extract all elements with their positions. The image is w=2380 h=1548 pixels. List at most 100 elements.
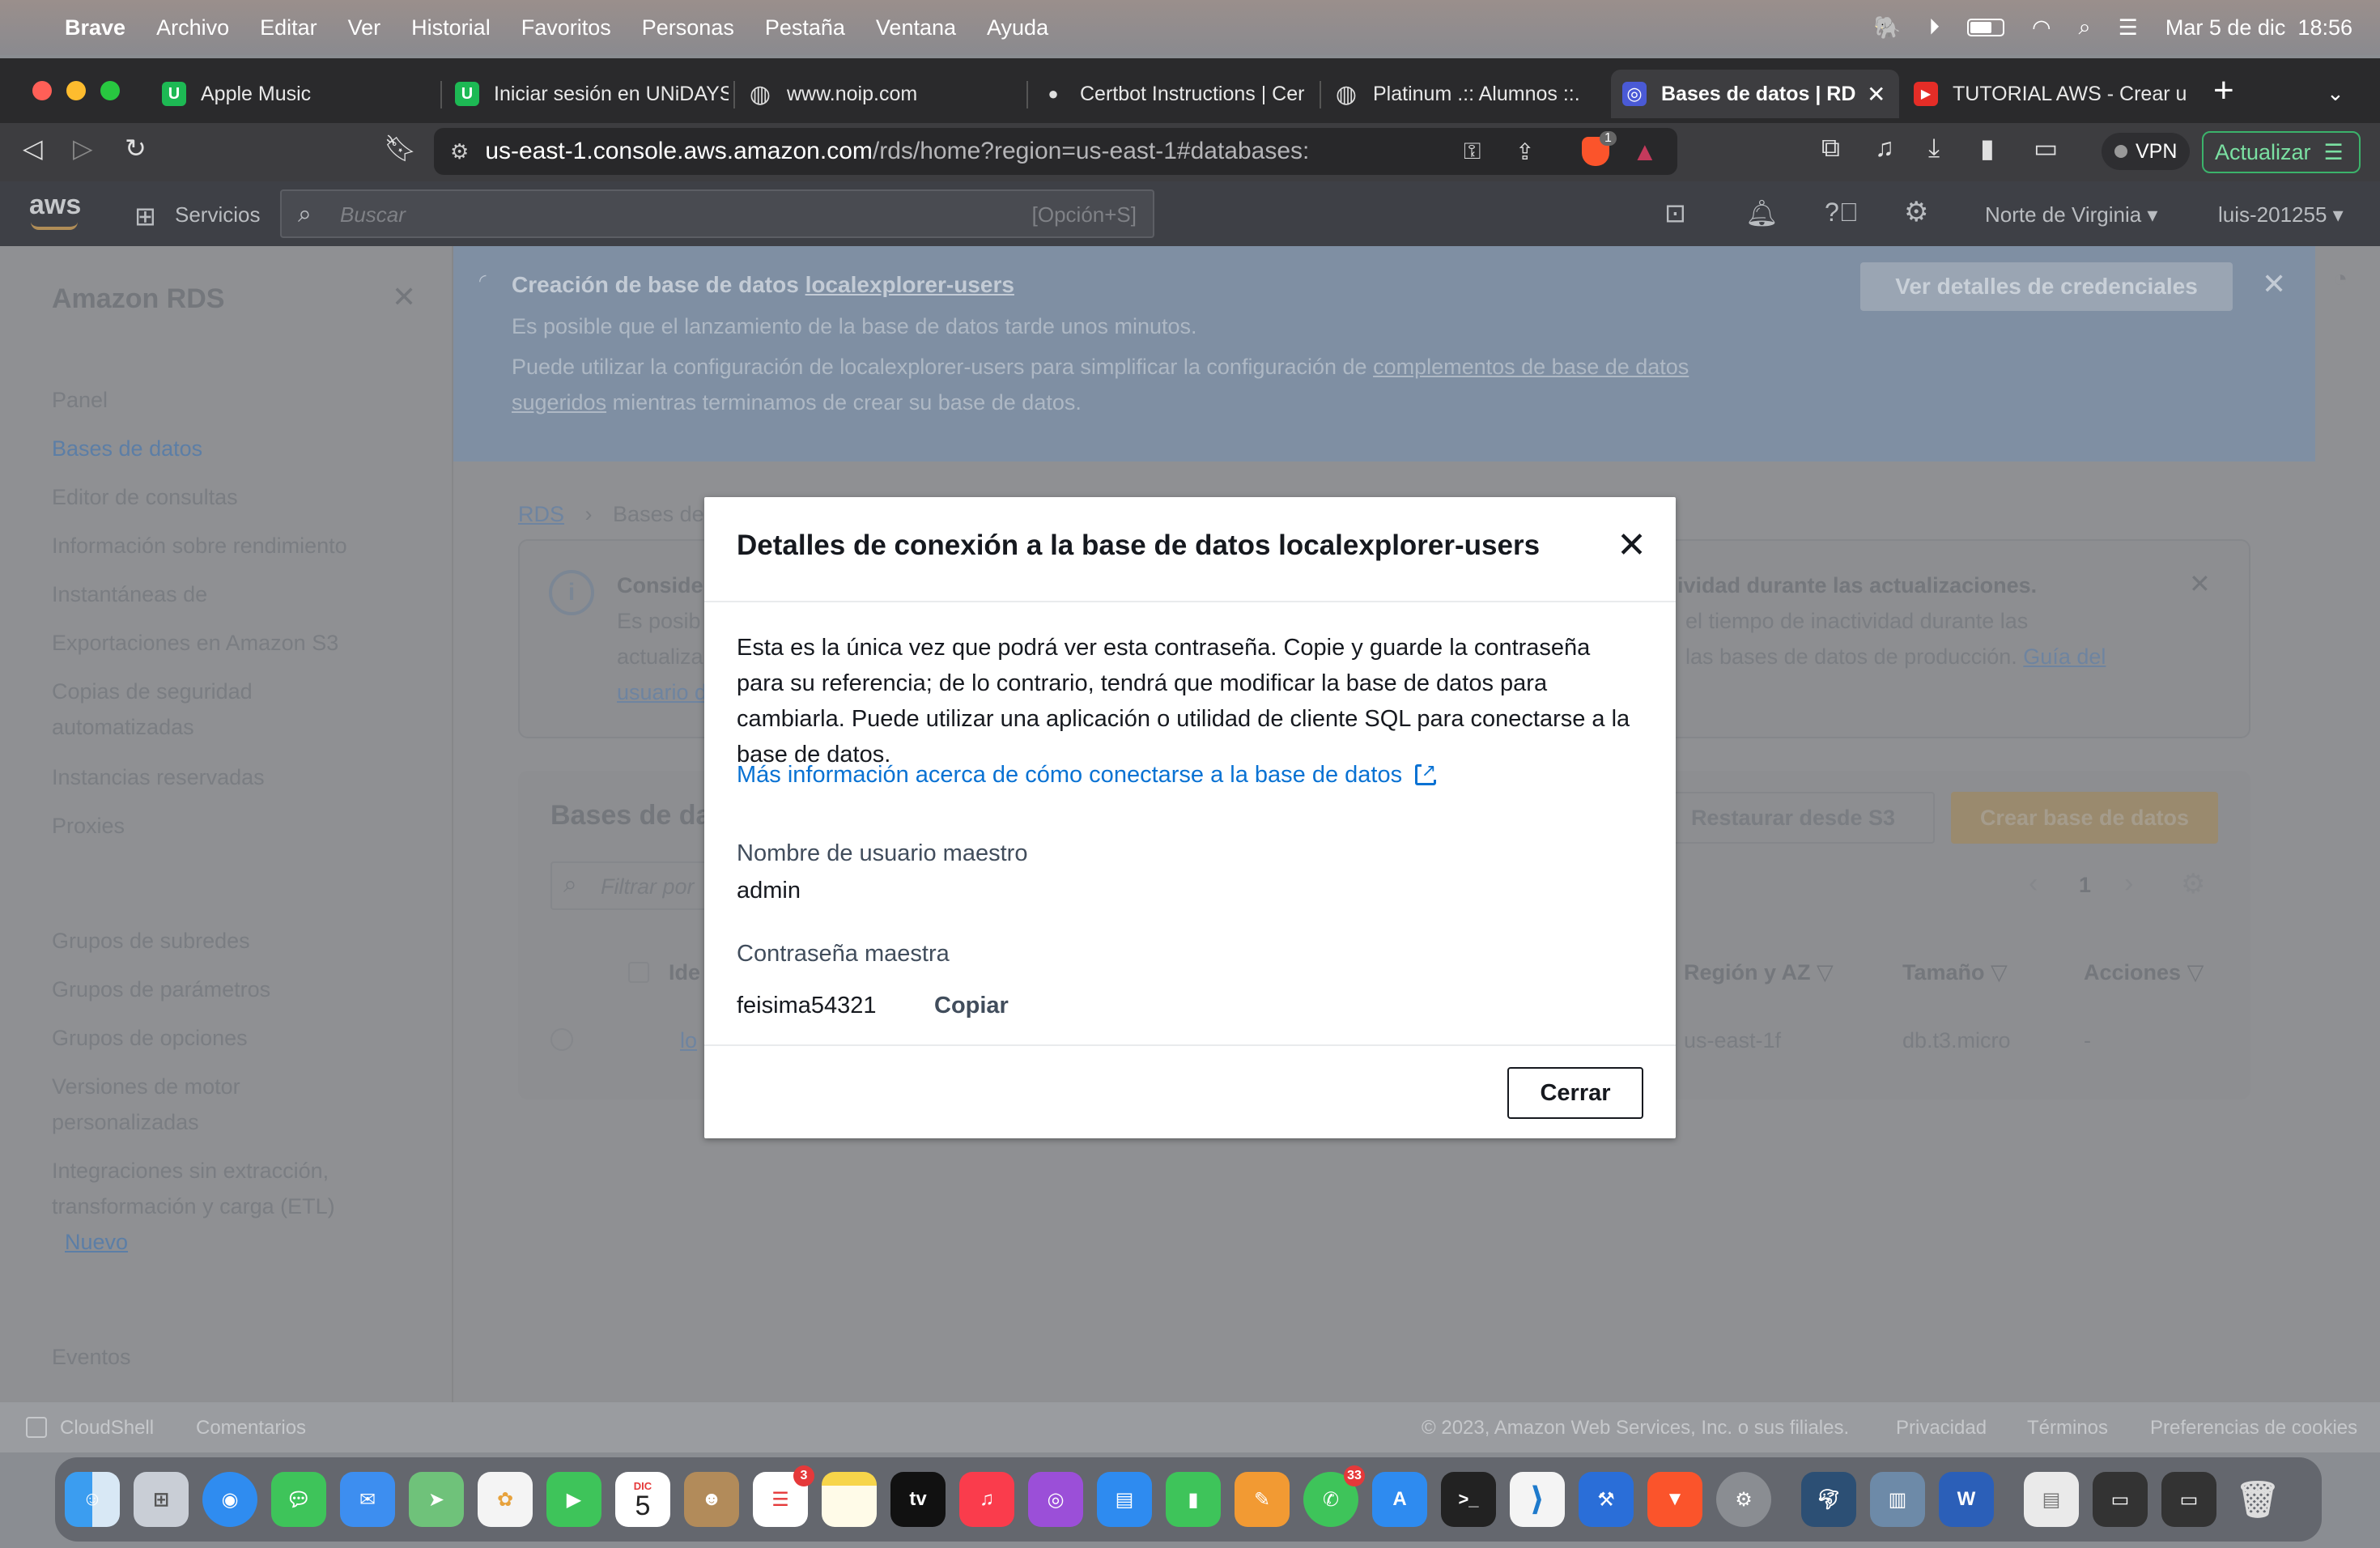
messages-icon[interactable]: 💬︎ (271, 1472, 326, 1527)
menu-ver[interactable]: Ver (348, 15, 381, 40)
spotlight-search-icon[interactable]: ⌕ (2079, 15, 2091, 40)
tab-close-icon[interactable]: ✕ (1867, 81, 1885, 108)
elephant-icon[interactable]: 🐘 (1874, 15, 1902, 40)
settings-gear-icon[interactable]: ⚙ (1904, 196, 1928, 228)
sidebar-close-icon[interactable]: ✕ (392, 280, 416, 314)
xcode-icon[interactable]: ⚒ (1579, 1472, 1634, 1527)
site-settings-icon[interactable]: ⚙ (450, 139, 469, 164)
photos-icon[interactable]: ✿ (478, 1472, 533, 1527)
window-close-button[interactable] (32, 81, 52, 100)
menu-personas[interactable]: Personas (642, 15, 734, 40)
services-label[interactable]: Servicios (175, 202, 260, 228)
terminal-icon[interactable]: >_ (1441, 1472, 1496, 1527)
window-zoom-button[interactable] (100, 81, 120, 100)
row-db-link[interactable]: lo (680, 1028, 697, 1053)
sidebar-item-query-editor[interactable]: Editor de consultas (52, 479, 238, 515)
aws-logo[interactable]: aws (29, 189, 81, 221)
sidebar-item-proxies[interactable]: Proxies (52, 808, 125, 844)
info-close-icon[interactable]: ✕ (2189, 568, 2211, 599)
tab-youtube-tutorial[interactable]: ▶ TUTORIAL AWS - Crear u (1902, 70, 2187, 118)
numbers-icon[interactable]: ▮ (1166, 1472, 1221, 1527)
brave-rewards-icon[interactable]: ▲ (1632, 137, 1658, 167)
sidebar-item-automated-backups-2[interactable]: automatizadas (52, 709, 194, 745)
menu-historial[interactable]: Historial (411, 15, 491, 40)
update-button[interactable]: Actualizar ☰ (2202, 131, 2361, 173)
tab-rds-databases[interactable]: ◎ Bases de datos | RDS ✕ (1611, 70, 1899, 118)
footer-comments[interactable]: Comentarios (196, 1417, 306, 1440)
page-info-icon[interactable]: ◔ (2333, 266, 2348, 293)
connect-info-link[interactable]: Más información acerca de cómo conectars… (737, 761, 1437, 789)
keynote-icon[interactable]: ▤ (1097, 1472, 1152, 1527)
next-page-icon[interactable]: › (2124, 868, 2133, 899)
footer-cookies[interactable]: Preferencias de cookies (2150, 1417, 2357, 1440)
menu-favoritos[interactable]: Favoritos (521, 15, 611, 40)
menubar-datetime[interactable]: Mar 5 de dic 18:56 (2165, 15, 2352, 40)
close-modal-button[interactable]: Cerrar (1507, 1067, 1643, 1119)
window-thumbnail-2-icon[interactable]: ▭ (2161, 1472, 2216, 1527)
footer-privacy[interactable]: Privacidad (1896, 1417, 1987, 1440)
tab-unidays[interactable]: U Iniciar sesión en UNiDAYS (444, 70, 729, 118)
documents-stack-icon[interactable]: ▤ (2024, 1472, 2079, 1527)
back-arrow-icon[interactable]: ◁ (23, 133, 43, 164)
restore-from-s3-button[interactable]: Restaurar desde S3 (1651, 792, 1935, 844)
user-guide-link[interactable]: Guía del (2023, 644, 2106, 669)
pages-icon[interactable]: ✎ (1235, 1472, 1290, 1527)
col-region[interactable]: Región y AZ ▽ (1684, 960, 1834, 985)
notes-icon[interactable] (822, 1472, 877, 1527)
menu-app-name[interactable]: Brave (65, 15, 125, 40)
user-guide-link-2[interactable]: usuario d (617, 680, 707, 705)
play-circle-icon[interactable]: ⏵ (1928, 15, 1940, 40)
app-store-icon[interactable]: A (1372, 1472, 1427, 1527)
vscode-icon[interactable]: ⟩ (1510, 1472, 1565, 1527)
region-selector[interactable]: Norte de Virginia ▾ (1985, 202, 2157, 228)
forward-arrow-icon[interactable]: ▷ (73, 133, 93, 164)
window-thumbnail-icon[interactable]: ▭ (2093, 1472, 2148, 1527)
create-database-button[interactable]: Crear base de datos (1951, 792, 2218, 844)
wallet-icon[interactable]: ▭ (2034, 133, 2058, 164)
breadcrumb-rds[interactable]: RDS (518, 502, 564, 526)
share-icon[interactable]: ⇪ (1515, 138, 1534, 165)
table-settings-gear-icon[interactable]: ⚙ (2181, 868, 2205, 900)
banner-close-icon[interactable]: ✕ (2262, 267, 2286, 301)
page-number[interactable]: 1 (2079, 873, 2091, 898)
facetime-icon[interactable]: ▶ (546, 1472, 601, 1527)
cloudshell-icon[interactable]: ⊡ (1664, 198, 1686, 228)
media-music-icon[interactable]: ♫ (1875, 133, 1894, 163)
sidebar-item-engine-versions[interactable]: Versiones de motor (52, 1069, 240, 1104)
new-tab-button[interactable]: + (2213, 73, 2234, 108)
brave-icon[interactable]: ▼ (1647, 1472, 1702, 1527)
extensions-icon[interactable]: ⧉ (1821, 133, 1840, 164)
sidebar-item-engine-versions-2[interactable]: personalizadas (52, 1104, 199, 1140)
wifi-icon[interactable]: ◠ (2032, 15, 2051, 40)
sidebar-item-performance-insights[interactable]: Información sobre rendimiento (52, 528, 347, 563)
sidebar-item-databases[interactable]: Bases de datos (52, 431, 202, 466)
vpn-button[interactable]: VPN (2102, 133, 2191, 170)
sidebar-item-parameter-groups[interactable]: Grupos de parámetros (52, 972, 270, 1007)
footer-terms[interactable]: Términos (2027, 1417, 2108, 1440)
account-menu[interactable]: luis-201255 ▾ (2218, 202, 2344, 228)
apple-tv-icon[interactable]: tv (890, 1472, 946, 1527)
copy-password-button[interactable]: Copiar (934, 993, 1009, 1019)
maps-icon[interactable]: ➤ (409, 1472, 464, 1527)
col-actions[interactable]: Acciones ▽ (2084, 960, 2204, 985)
sidebar-item-zero-etl[interactable]: Integraciones sin extracción, (52, 1153, 329, 1189)
view-credentials-button[interactable]: Ver detalles de credenciales (1860, 262, 2233, 311)
launchpad-icon[interactable]: ⊞ (134, 1472, 189, 1527)
finder-icon[interactable]: ☺ (65, 1472, 120, 1527)
cloudshell-footer-icon[interactable] (26, 1417, 47, 1438)
word-icon[interactable]: W (1939, 1472, 1994, 1527)
banner-suggested-link[interactable]: sugeridos (512, 390, 606, 415)
bookmark-icon[interactable]: 🔖︎ (384, 133, 417, 164)
aws-search-input[interactable]: ⌕ Buscar [Opción+S] (280, 189, 1154, 238)
system-settings-icon[interactable]: ⚙ (1716, 1472, 1771, 1527)
podcasts-icon[interactable]: ◎ (1028, 1472, 1083, 1527)
calendar-icon[interactable]: DIC 5 (615, 1472, 670, 1527)
sidebar-item-subnet-groups[interactable]: Grupos de subredes (52, 923, 250, 959)
reload-icon[interactable]: ↻ (125, 133, 147, 164)
menu-ayuda[interactable]: Ayuda (987, 15, 1048, 40)
tab-search-chevron-icon[interactable]: ⌄ (2327, 81, 2344, 106)
sidebar-item-events[interactable]: Eventos (52, 1339, 131, 1375)
filter-input[interactable]: ⌕ Filtrar por (550, 861, 712, 910)
battery-icon[interactable] (1966, 19, 2004, 36)
services-grid-icon[interactable]: ⊞ (134, 201, 156, 232)
